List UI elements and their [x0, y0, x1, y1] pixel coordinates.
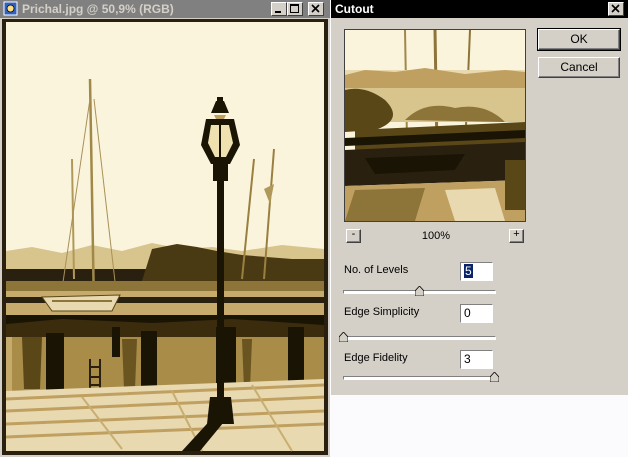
- close-icon: [311, 4, 320, 13]
- zoom-level: 100%: [421, 230, 451, 242]
- dialog-close-button[interactable]: [608, 2, 624, 16]
- image-canvas[interactable]: [2, 19, 328, 455]
- edge-simplicity-field[interactable]: 0: [460, 304, 493, 323]
- filter-preview[interactable]: [344, 29, 526, 222]
- dialog-title-bar[interactable]: Cutout: [331, 0, 628, 18]
- edge-fidelity-value: 3: [464, 352, 471, 366]
- ok-button[interactable]: OK: [537, 28, 621, 51]
- close-button[interactable]: [308, 2, 324, 16]
- plus-icon: +: [513, 228, 520, 240]
- empty-workspace: [331, 395, 628, 457]
- zoom-out-button[interactable]: -: [346, 228, 361, 243]
- photoshop-document-icon: [3, 1, 18, 16]
- edge-simplicity-slider[interactable]: [339, 332, 496, 342]
- close-icon: [611, 4, 620, 13]
- harbor-photo: [2, 19, 328, 455]
- document-window: Prichal.jpg @ 50,9% (RGB): [0, 0, 330, 457]
- minimize-icon: [275, 11, 281, 13]
- levels-label: No. of Levels: [344, 264, 409, 276]
- cancel-button[interactable]: Cancel: [538, 57, 620, 78]
- levels-slider-thumb[interactable]: [415, 286, 424, 296]
- maximize-icon: [290, 4, 299, 13]
- cutout-dialog: Cutout - 100% + OK Cancel No. of Levels …: [331, 0, 628, 395]
- edge-simplicity-label: Edge Simplicity: [344, 306, 420, 318]
- preview-image: [345, 30, 525, 221]
- dialog-title: Cutout: [335, 2, 374, 16]
- levels-value: 5: [464, 264, 473, 278]
- minus-icon: -: [351, 228, 356, 240]
- minimize-button[interactable]: [271, 2, 287, 16]
- edge-fidelity-label: Edge Fidelity: [344, 352, 408, 364]
- levels-slider[interactable]: [343, 286, 496, 296]
- edge-simplicity-value: 0: [464, 306, 471, 320]
- maximize-button[interactable]: [287, 2, 303, 16]
- levels-field[interactable]: 5: [460, 262, 493, 281]
- edge-fidelity-slider[interactable]: [343, 372, 499, 382]
- edge-fidelity-slider-thumb[interactable]: [490, 372, 499, 382]
- document-title-bar[interactable]: Prichal.jpg @ 50,9% (RGB): [0, 0, 330, 18]
- edge-fidelity-field[interactable]: 3: [460, 350, 493, 369]
- document-title: Prichal.jpg @ 50,9% (RGB): [22, 2, 174, 16]
- edge-simplicity-slider-thumb[interactable]: [339, 332, 348, 342]
- zoom-in-button[interactable]: +: [509, 228, 524, 243]
